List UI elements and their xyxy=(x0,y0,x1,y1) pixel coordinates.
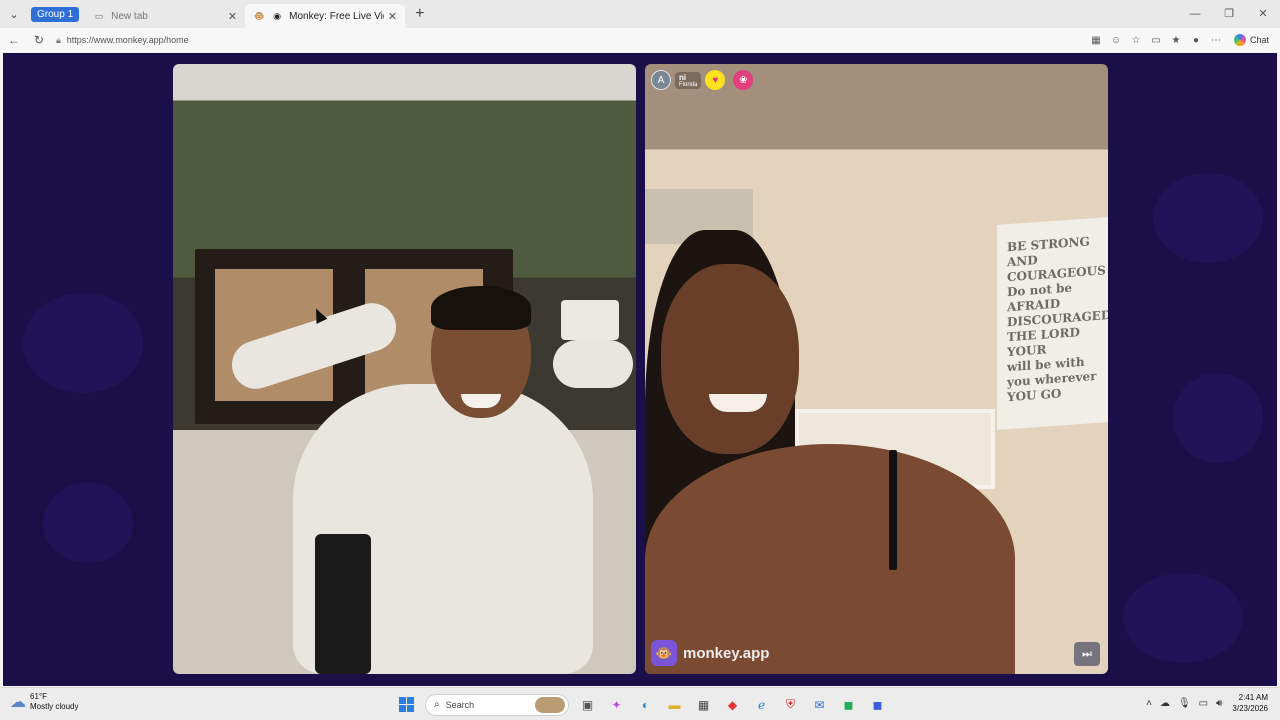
tab-monkey[interactable]: 🐵 ◉ Monkey: Free Live Video Chat ✕ xyxy=(245,4,406,28)
toolbar-icons: ▦ ☺ ☆ ▭ ★ ● ⋯ xyxy=(1086,35,1226,46)
favorites-icon[interactable]: ★ xyxy=(1166,35,1186,46)
avatar[interactable]: A xyxy=(651,70,671,90)
background-pattern xyxy=(23,293,143,393)
restore-icon[interactable]: ❐ xyxy=(1212,0,1246,28)
search-highlight-image xyxy=(535,696,565,713)
favorite-star-icon[interactable]: ☆ xyxy=(1126,35,1146,46)
new-tab-icon: ▭ xyxy=(94,10,104,21)
user-details: ni Florida xyxy=(675,71,702,89)
taskbar-search[interactable]: ⌕ Search xyxy=(425,693,569,716)
clock-time: 2:41 AM xyxy=(1238,693,1268,702)
search-label: Search xyxy=(445,699,475,710)
start-windows-icon[interactable] xyxy=(394,692,419,717)
close-tab-icon[interactable]: ✕ xyxy=(388,10,397,23)
remote-video-feed: BE STRONG AND COURAGEOUS Do not be AFRAI… xyxy=(645,64,1108,674)
mcafee-icon[interactable]: ⛨ xyxy=(778,692,803,717)
monkey-watermark: 🐵 monkey.app xyxy=(651,640,769,666)
weather-widget[interactable]: ☁ 61°F Mostly cloudy xyxy=(10,692,78,712)
background-pattern xyxy=(1153,173,1263,263)
clock[interactable]: 2:41 AM 3/23/2026 xyxy=(1232,692,1268,714)
windows-logo-icon xyxy=(399,697,414,712)
task-view-icon[interactable]: ▣ xyxy=(575,692,600,717)
copilot-app-icon[interactable]: ✦ xyxy=(604,692,629,717)
apps-icon[interactable]: ▦ xyxy=(1086,35,1106,46)
tab-new-tab[interactable]: ▭ New tab ✕ xyxy=(85,4,245,28)
show-hidden-chevron-icon[interactable]: ˄ xyxy=(1146,698,1152,709)
display-icon[interactable]: ▭ xyxy=(1199,698,1208,709)
top-strap xyxy=(889,450,897,570)
background-pattern xyxy=(43,483,133,563)
monkey-favicon-icon: 🐵 xyxy=(253,10,265,21)
person-face xyxy=(661,264,799,454)
browser-essentials-icon[interactable]: ☺ xyxy=(1106,35,1126,46)
file-explorer-icon[interactable]: ▬ xyxy=(662,692,687,717)
background-pattern xyxy=(1123,573,1243,663)
weather-text: 61°F Mostly cloudy xyxy=(30,692,78,712)
new-tab-plus-icon[interactable]: + xyxy=(415,5,424,23)
cloud-icon: ☁ xyxy=(10,694,26,711)
taskbar-apps: ⌕ Search ▣ ✦ ◐ ▬ ▦ ◆ ℯ ⛨ ✉ ◼ ◼ xyxy=(392,692,892,717)
chat-label: Chat xyxy=(1250,35,1270,45)
weather-desc: Mostly cloudy xyxy=(30,702,79,711)
chair xyxy=(315,534,371,674)
close-tab-icon[interactable]: ✕ xyxy=(228,10,237,23)
background-pattern xyxy=(1173,373,1263,463)
monkey-app-page: BE STRONG AND COURAGEOUS Do not be AFRAI… xyxy=(3,53,1277,686)
windows-taskbar: ☁ 61°F Mostly cloudy ⌕ Search ▣ ✦ ◐ ▬ ▦ … xyxy=(0,687,1280,720)
close-window-icon[interactable]: ✕ xyxy=(1246,0,1280,28)
canvas-text: BE STRONG AND COURAGEOUS Do not be AFRAI… xyxy=(1007,233,1108,405)
onedrive-icon[interactable]: ☁ xyxy=(1160,698,1170,709)
url-text: https://www.monkey.app/home xyxy=(66,35,189,45)
user-location: Florida xyxy=(679,81,698,88)
gift-icon[interactable]: ❀ xyxy=(733,70,754,90)
app-red-diamond-icon[interactable]: ◆ xyxy=(720,692,745,717)
skip-next-button[interactable]: ⏭ xyxy=(1074,642,1100,666)
refresh-icon[interactable]: ↻ xyxy=(28,33,50,47)
url-input[interactable]: 🔒︎ https://www.monkey.app/home xyxy=(56,30,1066,50)
copilot-chat-button[interactable]: Chat xyxy=(1234,34,1269,46)
back-arrow-icon[interactable]: ← xyxy=(3,33,25,47)
weather-temp: 61°F xyxy=(30,692,47,701)
local-video-feed xyxy=(173,64,636,674)
browser-tab-bar: ⌄ Group 1 ▭ New tab ✕ 🐵 ◉ Monkey: Free L… xyxy=(0,0,1280,28)
heart-icon[interactable]: ♥ xyxy=(705,70,726,90)
outlook-icon[interactable]: ✉ xyxy=(807,692,832,717)
monkey-logo-icon: 🐵 xyxy=(651,640,677,666)
ie-browser-icon[interactable]: ℯ xyxy=(749,692,774,717)
split-screen-icon[interactable]: ▭ xyxy=(1146,35,1166,46)
search-icon: ⌕ xyxy=(434,699,440,710)
tab-actions-chevron-icon[interactable]: ⌄ xyxy=(3,3,25,25)
more-options-icon[interactable]: ⋯ xyxy=(1206,35,1226,46)
store-icon[interactable]: ▦ xyxy=(691,692,716,717)
android-app-icon[interactable]: ◼ xyxy=(836,692,861,717)
person-hair xyxy=(431,286,531,330)
media-playing-icon: ◉ xyxy=(273,10,282,21)
microphone-icon[interactable]: 🎙︎ xyxy=(1178,698,1191,709)
person-smile xyxy=(709,394,767,412)
system-tray: ˄ ☁ 🎙︎ ▭ 🔊︎ 2:41 AM 3/23/2026 xyxy=(1142,692,1280,714)
remote-user-info[interactable]: A ni Florida ♥ ❀ xyxy=(651,70,754,90)
profile-icon[interactable]: ● xyxy=(1186,35,1206,46)
minimize-icon[interactable]: — xyxy=(1178,0,1212,28)
lamp xyxy=(561,300,619,340)
tab-title: New tab xyxy=(111,10,148,22)
person-arm xyxy=(553,340,633,388)
copilot-icon xyxy=(1234,34,1246,46)
tab-title: Monkey: Free Live Video Chat xyxy=(289,10,384,22)
tab-group-chip[interactable]: Group 1 xyxy=(31,6,80,22)
wall-canvas-sign: BE STRONG AND COURAGEOUS Do not be AFRAI… xyxy=(997,217,1108,430)
address-bar: ← ↻ 🔒︎ https://www.monkey.app/home ▦ ☺ ☆… xyxy=(0,28,1280,52)
volume-icon[interactable]: 🔊︎ xyxy=(1216,698,1222,709)
generic-app-icon[interactable]: ◼ xyxy=(865,692,890,717)
window-controls: — ❐ ✕ xyxy=(1178,0,1280,28)
edge-browser-icon[interactable]: ◐ xyxy=(633,692,658,717)
site-info-icon[interactable]: 🔒︎ xyxy=(56,35,61,46)
watermark-text: monkey.app xyxy=(683,644,770,662)
user-name: ni xyxy=(679,72,687,82)
clock-date: 3/23/2026 xyxy=(1232,704,1268,713)
